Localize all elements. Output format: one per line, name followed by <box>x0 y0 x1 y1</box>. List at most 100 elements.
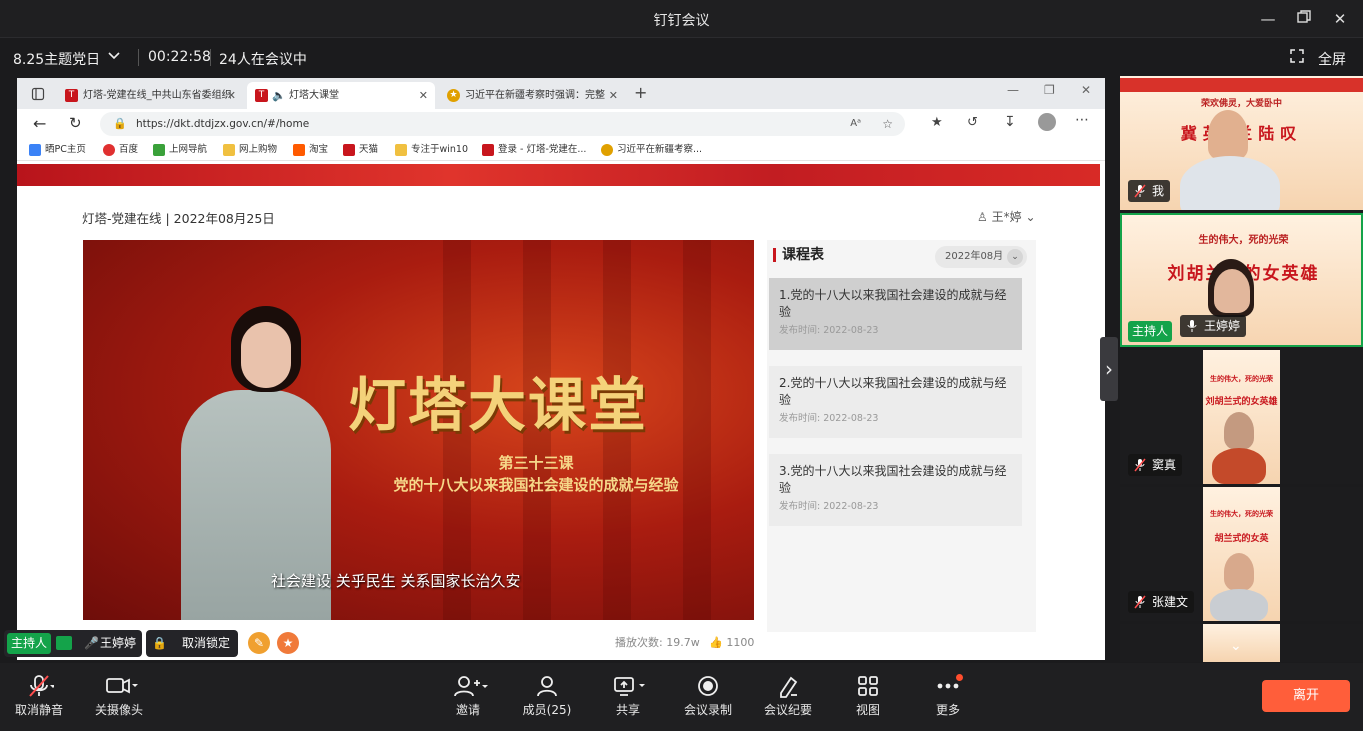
more-options-icon[interactable]: ⋯ <box>1075 112 1089 128</box>
share-screen-icon <box>593 673 663 699</box>
history-icon[interactable]: ↺ <box>967 115 978 130</box>
minutes-button[interactable]: 会议纪要 <box>753 673 823 718</box>
record-button[interactable]: 会议录制 <box>673 673 743 718</box>
course-item[interactable]: 3.党的十八大以来我国社会建设的成就与经验 发布时间: 2022-08-23 <box>769 454 1022 526</box>
bookmark-item[interactable]: 淘宝 <box>293 142 328 158</box>
new-tab-icon[interactable]: + <box>634 83 647 102</box>
refresh-icon[interactable]: ↻ <box>69 114 82 132</box>
members-button[interactable]: 成员(25) <box>512 673 582 718</box>
microphone-icon <box>1187 320 1197 332</box>
participant-panel: 荣欢佛灵，大爱卧中 冀英 兰陆叹 我 生的伟大，死的光荣 刘胡兰式的女英雄 主持… <box>1120 76 1363 662</box>
chevron-down-icon[interactable]: ⌄ <box>1230 638 1242 654</box>
close-icon[interactable]: ✕ <box>1330 9 1350 29</box>
course-schedule: 课程表 2022年08月 ⌄ 1.党的十八大以来我国社会建设的成就与经验 发布时… <box>767 240 1036 632</box>
participant-tile-speaking[interactable]: 生的伟大，死的光荣 刘胡兰式的女英雄 主持人 王婷婷 <box>1120 213 1363 347</box>
participant-name: 我 <box>1128 180 1171 202</box>
user-menu[interactable]: ♙ 王*婷 ⌄ <box>977 208 1036 225</box>
browser-close-icon[interactable]: ✕ <box>1081 83 1091 97</box>
bookmark-item[interactable]: 网上购物 <box>223 142 277 158</box>
meeting-timer: 00:22:58 <box>148 49 211 65</box>
lock-icon: 🔒 <box>152 636 167 650</box>
bookmark-item[interactable]: 晒PC主页 <box>29 142 86 158</box>
bookmark-item[interactable]: 百度 <box>103 142 138 158</box>
more-button[interactable]: 更多 <box>913 673 983 718</box>
collapse-panel-button[interactable]: › <box>1100 337 1118 401</box>
participant-name: 张建文 <box>1128 591 1195 613</box>
video-caption: 社会建设 关乎民生 关系国家长治久安 <box>271 572 521 590</box>
participant-tile[interactable]: 生的伟大，死的光荣 胡兰式的女英 张建文 <box>1120 487 1363 621</box>
browser-address-row: ← ↻ 🔒 https://dkt.dtdjzx.gov.cn/#/home A… <box>17 109 1105 139</box>
fullscreen-icon[interactable] <box>1290 49 1304 67</box>
tab-close-icon[interactable]: ✕ <box>419 82 428 109</box>
mic-muted-icon <box>1134 184 1146 198</box>
window-title: 钉钉会议 <box>653 13 710 29</box>
camera-off-button[interactable]: 关摄像头 <box>84 673 154 718</box>
more-icon <box>913 673 983 699</box>
unmute-button[interactable]: 取消静音 <box>4 673 74 718</box>
dengta-logo-icon <box>482 144 494 156</box>
participant-tile[interactable]: ⌄ <box>1120 624 1363 662</box>
meeting-infobar: 8.25主题党日 00:22:58 24人在会议中 全屏 <box>0 38 1363 76</box>
restore-icon[interactable] <box>1294 9 1314 29</box>
course-item[interactable]: 1.党的十八大以来我国社会建设的成就与经验 发布时间: 2022-08-23 <box>769 278 1022 350</box>
video-player[interactable]: 灯塔大课堂 第三十三课 党的十八大以来我国社会建设的成就与经验 社会建设 关乎民… <box>83 240 754 620</box>
presenter-name: 王婷婷 <box>100 636 137 650</box>
tab-close-icon[interactable]: ✕ <box>609 82 618 109</box>
leave-button[interactable]: 离开 <box>1262 680 1350 712</box>
bookmark-item[interactable]: 专注于win10 <box>395 142 468 158</box>
user-icon: ♙ <box>977 210 988 224</box>
profile-avatar[interactable] <box>1038 113 1056 131</box>
star-icon[interactable]: ★ <box>277 632 299 654</box>
tab-close-icon[interactable]: ✕ <box>227 82 236 109</box>
bookmark-favicon-icon <box>29 144 41 156</box>
bookmark-item[interactable]: 习近平在新疆考察... <box>601 142 702 158</box>
bookmark-item[interactable]: 上网导航 <box>153 142 207 158</box>
participant-tile[interactable]: 荣欢佛灵，大爱卧中 冀英 兰陆叹 我 <box>1120 76 1363 210</box>
lock-icon: 🔒 <box>113 117 127 130</box>
mic-muted-icon <box>1134 595 1146 609</box>
dengta-logo-icon: T <box>255 89 268 102</box>
mic-muted-icon <box>1134 458 1146 472</box>
back-icon[interactable]: ← <box>33 114 46 133</box>
read-aloud-icon[interactable]: Aᵃ <box>850 112 861 136</box>
favorites-icon[interactable]: ★ <box>931 115 943 130</box>
play-count: 播放次数: 19.7w <box>615 636 700 649</box>
bookmark-item[interactable]: 登录 - 灯塔-党建在... <box>482 142 586 158</box>
camera-icon <box>84 673 154 699</box>
host-badge: 主持人 <box>1128 321 1173 342</box>
unlock-button[interactable]: 🔒 取消锁定 <box>146 630 238 657</box>
video-lesson: 第三十三课 <box>498 454 574 472</box>
browser-restore-icon[interactable]: ❐ <box>1044 83 1055 97</box>
annotate-icon[interactable]: ✎ <box>248 632 270 654</box>
browser-tab-active[interactable]: T 🔈 灯塔大课堂 ✕ <box>247 82 435 109</box>
window-titlebar: 钉钉会议 — ✕ <box>0 0 1363 38</box>
minimize-icon[interactable]: — <box>1258 9 1278 29</box>
bookmark-favicon-icon <box>153 144 165 156</box>
fullscreen-button[interactable]: 全屏 <box>1318 49 1346 69</box>
participant-tile[interactable]: 生的伟大，死的光荣 刘胡兰式的女英雄 窦真 <box>1120 350 1363 484</box>
invite-button[interactable]: 邀请 <box>433 673 503 718</box>
presenter-pill: 主持人 🎤 王婷婷 <box>4 630 142 657</box>
site-header: 灯塔-党建在线 | 2022年08月25日 <box>82 211 275 226</box>
add-favorite-icon[interactable]: ☆ <box>882 112 893 136</box>
download-icon[interactable]: ↧ <box>1004 114 1016 130</box>
tmall-icon <box>343 144 355 156</box>
tab-actions-icon[interactable] <box>31 86 45 105</box>
browser-tab[interactable]: T 灯塔-党建在线_中共山东省委组织 ✕ <box>57 82 243 109</box>
chevron-down-icon: ⌄ <box>1007 249 1023 265</box>
month-selector[interactable]: 2022年08月 ⌄ <box>935 246 1027 268</box>
browser-minimize-icon[interactable]: — <box>1007 83 1019 97</box>
browser-tab[interactable]: ★ 习近平在新疆考察时强调：完整 ✕ <box>439 82 625 109</box>
course-item[interactable]: 2.党的十八大以来我国社会建设的成就与经验 发布时间: 2022-08-23 <box>769 366 1022 438</box>
chevron-down-icon[interactable] <box>107 49 121 67</box>
bookmark-item[interactable]: 天猫 <box>343 142 378 158</box>
add-user-icon <box>433 673 503 699</box>
address-bar[interactable]: 🔒 https://dkt.dtdjzx.gov.cn/#/home Aᵃ ☆ <box>100 112 905 136</box>
folder-icon <box>223 144 235 156</box>
speaker-icon[interactable]: 🔈 <box>272 82 286 109</box>
like-icon[interactable]: 👍 <box>709 636 723 649</box>
share-button[interactable]: 共享 <box>593 673 663 718</box>
view-button[interactable]: 视图 <box>833 673 903 718</box>
meeting-name[interactable]: 8.25主题党日 <box>13 49 100 69</box>
meeting-toolbar: 取消静音 关摄像头 邀请 成员(25) 共享 会议录制 会议纪要 视图 更多 离… <box>0 663 1363 731</box>
